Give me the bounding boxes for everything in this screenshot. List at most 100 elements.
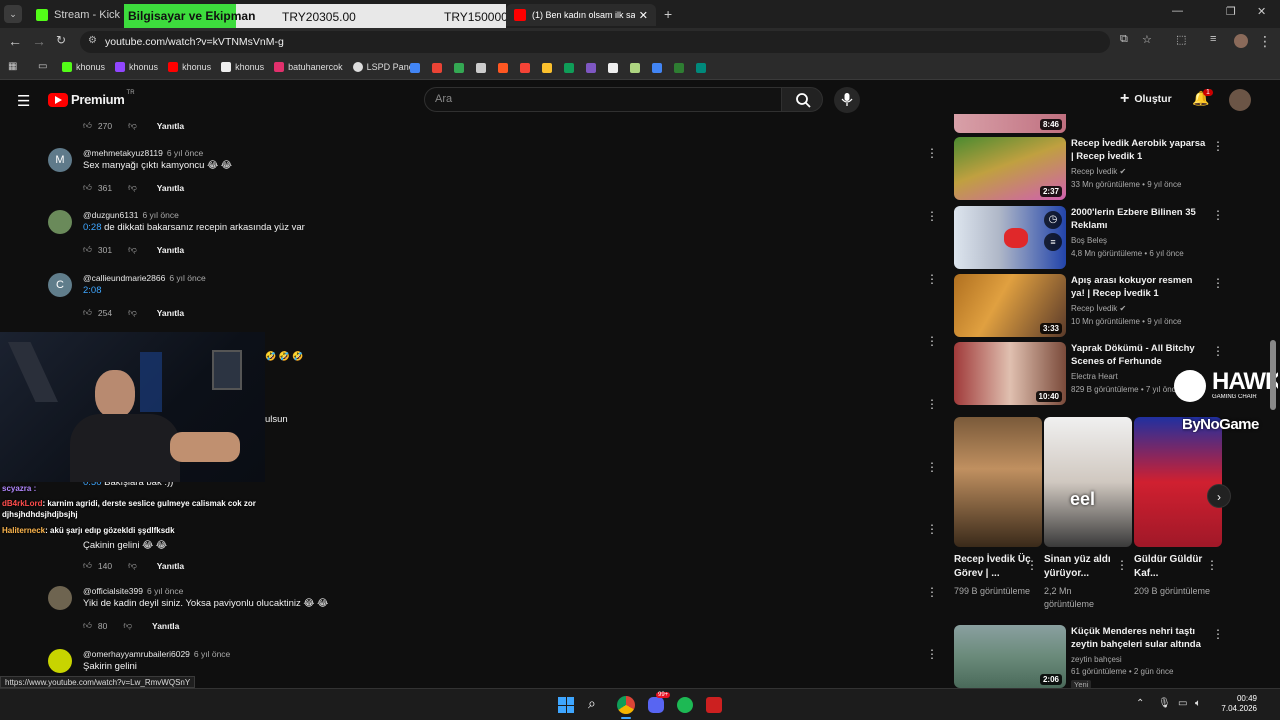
video-thumbnail[interactable]: 2:37 (954, 137, 1066, 200)
comment-more-icon[interactable]: ⋮ (926, 585, 938, 599)
video-thumbnail[interactable]: 3:33 (954, 274, 1066, 337)
docs-icon[interactable] (476, 63, 486, 73)
related-video[interactable]: ◷ ≡ 2000'lerin Ezbere Bilinen 35 Reklamı… (954, 206, 1229, 270)
comment-author[interactable]: @officialsite399 (83, 586, 143, 596)
bookmark-star-icon[interactable]: ☆ (1142, 33, 1152, 46)
bookmark-lspd-panel[interactable]: LSPD Panel (352, 62, 416, 72)
bookmark-icon-13[interactable] (674, 63, 684, 73)
comment-author[interactable]: @duzgun6131 (83, 210, 138, 220)
tray-chevron-icon[interactable]: ⌃ (1136, 698, 1144, 709)
bookmark-khonus-kick[interactable]: khonus (62, 62, 105, 72)
bookmark-batuhanercok[interactable]: batuhanercok (274, 62, 343, 72)
drive-icon[interactable] (652, 63, 662, 73)
bookmark-icon-5[interactable] (498, 63, 508, 73)
video-title[interactable]: Yaprak Dökümü - All Bitchy Scenes of Fer… (1071, 342, 1206, 368)
account-avatar[interactable] (1229, 89, 1251, 111)
hamburger-menu-icon[interactable]: ☰ (17, 92, 30, 110)
tray-mic-icon[interactable]: 🎙︎ (1158, 698, 1171, 709)
short-thumbnail[interactable] (954, 417, 1042, 547)
short-thumbnail[interactable] (1134, 417, 1222, 547)
discord-icon[interactable] (648, 697, 664, 713)
related-video[interactable]: 2:37 Recep İvedik Aerobik yaparsa | Rece… (954, 137, 1229, 201)
voice-search-button[interactable] (834, 87, 860, 113)
short-thumbnail[interactable]: eel (1044, 417, 1132, 547)
forward-icon[interactable]: → (32, 33, 46, 49)
video-more-icon[interactable]: ⋮ (1212, 627, 1224, 641)
comment-time[interactable]: 6 yıl önce (194, 649, 230, 659)
close-window-icon[interactable]: ✕ (1257, 5, 1266, 18)
avatar[interactable] (48, 210, 72, 234)
apps-grid-icon[interactable]: ▦ (8, 61, 17, 72)
reply-button[interactable]: Yanıtla (157, 121, 184, 131)
video-title[interactable]: 2000'lerin Ezbere Bilinen 35 Reklamı (1071, 206, 1206, 232)
comment-time[interactable]: 6 yıl önce (142, 210, 178, 220)
timestamp-link[interactable]: 0:28 (83, 222, 102, 233)
short-more-icon[interactable]: ⋮ (1116, 558, 1128, 572)
comment-more-icon[interactable]: ⋮ (926, 397, 938, 411)
channel-name[interactable]: Boş Beleş (1071, 236, 1107, 245)
bookmark-icon-11[interactable] (630, 63, 640, 73)
comment-time[interactable]: 6 yıl önce (147, 586, 183, 596)
comment-author[interactable]: @mehmetakyuz8119 (83, 148, 163, 158)
search-input[interactable]: Ara (424, 87, 782, 112)
maximize-icon[interactable]: ❐ (1226, 5, 1236, 18)
bookmark-khonus-youtube[interactable]: khonus (168, 62, 211, 72)
timestamp-link[interactable]: 2:08 (83, 285, 102, 296)
video-more-icon[interactable]: ⋮ (1212, 208, 1224, 222)
short-more-icon[interactable]: ⋮ (1206, 558, 1218, 572)
comment-more-icon[interactable]: ⋮ (926, 209, 938, 223)
bookmark-khonus-x[interactable]: khonus (221, 62, 264, 72)
avatar[interactable] (48, 649, 72, 673)
avatar[interactable] (48, 586, 72, 610)
comment-more-icon[interactable]: ⋮ (926, 334, 938, 348)
back-icon[interactable]: ← (8, 33, 22, 49)
taskbar-search-icon[interactable]: ⌕ (588, 695, 596, 712)
channel-name[interactable]: Electra Heart (1071, 372, 1118, 381)
dislike-icon[interactable]: 👎︎ (128, 120, 137, 131)
reply-button[interactable]: Yanıtla (157, 561, 184, 571)
windows-start-icon[interactable] (558, 697, 574, 713)
sheets-icon[interactable] (564, 63, 574, 73)
bookmark-icon-14[interactable] (696, 63, 706, 73)
video-more-icon[interactable]: ⋮ (1212, 344, 1224, 358)
comment-more-icon[interactable]: ⋮ (926, 647, 938, 661)
channel-name[interactable]: zeytin bahçesi (1071, 655, 1122, 664)
gmail-icon-2[interactable] (432, 63, 442, 73)
comment-author[interactable]: @callieundmarie2866 (83, 273, 165, 283)
reply-button[interactable]: Yanıtla (157, 245, 184, 255)
short-title[interactable]: Recep İvedik Üç Görev | ... (954, 553, 1032, 581)
short-title[interactable]: Sinan yüz aldı yürüyor... (1044, 553, 1122, 581)
address-field[interactable]: ⚙ youtube.com/watch?v=kVTNMsVnM-g (80, 31, 1110, 53)
taskbar-clock[interactable]: 00:49 7.04.2026 (1217, 694, 1257, 714)
like-icon[interactable]: 👍︎ (83, 560, 92, 571)
tab-youtube[interactable]: (1) Ben kadın olsam ilk sana ver ✕ (506, 4, 656, 26)
video-thumbnail[interactable]: 2:06 (954, 625, 1066, 688)
dislike-icon[interactable]: 👎︎ (128, 560, 137, 571)
browser-menu-icon[interactable]: ⋮ (1258, 33, 1272, 50)
reading-list-icon[interactable]: ≡ (1210, 33, 1216, 45)
dislike-icon[interactable]: 👎︎ (128, 182, 137, 193)
spotify-icon[interactable] (677, 697, 693, 713)
youtube-logo[interactable]: Premium TR (48, 90, 135, 107)
game-app-icon[interactable] (706, 697, 722, 713)
tab-kick[interactable]: Stream - Kick Dashbo (28, 4, 124, 26)
comment-more-icon[interactable]: ⋮ (926, 272, 938, 286)
gmail-icon[interactable] (410, 63, 420, 73)
channel-name[interactable]: Recep İvedik (1071, 167, 1117, 176)
like-icon[interactable]: 👍︎ (83, 620, 92, 631)
dislike-icon[interactable]: 👎︎ (123, 620, 132, 631)
minimize-icon[interactable]: — (1172, 5, 1183, 17)
comment-more-icon[interactable]: ⋮ (926, 146, 938, 160)
folder-icon[interactable]: ▭ (38, 61, 47, 72)
bookmark-icon-6[interactable] (520, 63, 530, 73)
profile-avatar[interactable] (1234, 34, 1248, 48)
like-icon[interactable]: 👍︎ (83, 182, 92, 193)
comment-time[interactable]: 6 yıl önce (167, 148, 203, 158)
new-tab-icon[interactable]: + (664, 6, 672, 22)
search-button[interactable] (781, 87, 823, 112)
extensions-icon[interactable]: ⬚ (1176, 33, 1186, 46)
short-title[interactable]: Güldür Güldür Kaf... (1134, 553, 1212, 581)
like-icon[interactable]: 👍︎ (83, 244, 92, 255)
add-to-queue-icon[interactable]: ≡ (1044, 233, 1062, 251)
chrome-icon[interactable] (617, 696, 635, 714)
